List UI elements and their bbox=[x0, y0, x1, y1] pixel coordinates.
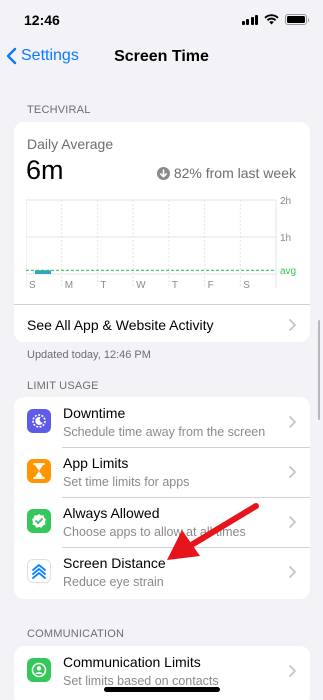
person-circle-icon bbox=[27, 658, 51, 682]
communication-limits-title: Communication Limits bbox=[63, 654, 201, 670]
battery-icon bbox=[285, 14, 309, 25]
downtime-row[interactable]: Downtime Schedule time away from the scr… bbox=[14, 397, 310, 447]
always-allowed-subtitle: Choose apps to allow at all times bbox=[63, 525, 246, 539]
communication-limits-subtitle: Set limits based on contacts bbox=[63, 674, 219, 688]
see-all-activity-label: See All App & Website Activity bbox=[27, 317, 214, 333]
hourglass-icon bbox=[27, 459, 51, 483]
chevron-right-icon bbox=[289, 466, 296, 478]
scroll-indicator[interactable] bbox=[317, 320, 320, 420]
daily-average-label: Daily Average bbox=[27, 136, 114, 152]
x-tick-label: M bbox=[65, 280, 73, 291]
page-title: Screen Time bbox=[114, 48, 209, 65]
average-label: avg bbox=[280, 266, 296, 277]
limit-usage-section-header: LIMIT USAGE bbox=[27, 380, 99, 392]
see-all-activity-row[interactable]: See All App & Website Activity bbox=[14, 304, 310, 342]
x-tick-label: S bbox=[243, 280, 250, 291]
down-arrow-circle-icon bbox=[156, 166, 170, 180]
wifi-icon bbox=[264, 14, 279, 25]
downtime-subtitle: Schedule time away from the screen bbox=[63, 425, 266, 439]
screen-distance-subtitle: Reduce eye strain bbox=[63, 575, 164, 589]
usage-chart: avg 2h 1h S M T W T F S bbox=[26, 196, 296, 291]
checkmark-icon bbox=[27, 509, 51, 533]
chevron-right-icon bbox=[289, 416, 296, 428]
chevron-right-icon bbox=[289, 319, 296, 331]
screen-distance-row[interactable]: Screen Distance Reduce eye strain bbox=[14, 547, 310, 599]
status-icons bbox=[241, 14, 309, 25]
chevron-right-icon bbox=[289, 665, 296, 677]
x-tick-label: F bbox=[208, 280, 214, 291]
x-tick-label: T bbox=[172, 280, 178, 291]
cellular-signal-icon bbox=[241, 14, 258, 25]
status-time: 12:46 bbox=[24, 12, 60, 28]
weekly-change: 82% from last week bbox=[156, 165, 296, 181]
daily-average-value: 6m bbox=[26, 155, 64, 185]
device-section-header: TECHVIRAL bbox=[27, 104, 91, 116]
app-limits-title: App Limits bbox=[63, 455, 129, 471]
x-tick-label: S bbox=[29, 280, 36, 291]
y-tick-label: 2h bbox=[280, 196, 291, 207]
y-tick-label: 1h bbox=[280, 233, 291, 244]
always-allowed-title: Always Allowed bbox=[63, 505, 160, 521]
app-limits-subtitle: Set time limits for apps bbox=[63, 475, 190, 489]
x-tick-label: T bbox=[100, 280, 106, 291]
status-bar: 12:46 bbox=[0, 0, 323, 40]
always-allowed-row[interactable]: Always Allowed Choose apps to allow at a… bbox=[14, 497, 310, 547]
home-indicator[interactable] bbox=[104, 687, 220, 692]
daily-average-card[interactable]: Daily Average 6m 82% from last week avg … bbox=[14, 122, 310, 342]
chevron-right-icon bbox=[289, 566, 296, 578]
updated-timestamp: Updated today, 12:46 PM bbox=[27, 349, 151, 361]
chevron-right-icon bbox=[289, 516, 296, 528]
navigation-bar: Settings Screen Time bbox=[0, 44, 323, 72]
downtime-title: Downtime bbox=[63, 405, 126, 421]
app-limits-row[interactable]: App Limits Set time limits for apps bbox=[14, 447, 310, 497]
limit-usage-card: Downtime Schedule time away from the scr… bbox=[14, 397, 310, 599]
screen-distance-title: Screen Distance bbox=[63, 555, 166, 571]
communication-section-header: COMMUNICATION bbox=[27, 628, 125, 640]
downtime-moon-icon bbox=[27, 409, 51, 433]
weekly-change-text: 82% from last week bbox=[173, 165, 296, 181]
x-tick-label: W bbox=[136, 280, 146, 291]
screen-distance-chevrons-icon bbox=[27, 559, 51, 583]
